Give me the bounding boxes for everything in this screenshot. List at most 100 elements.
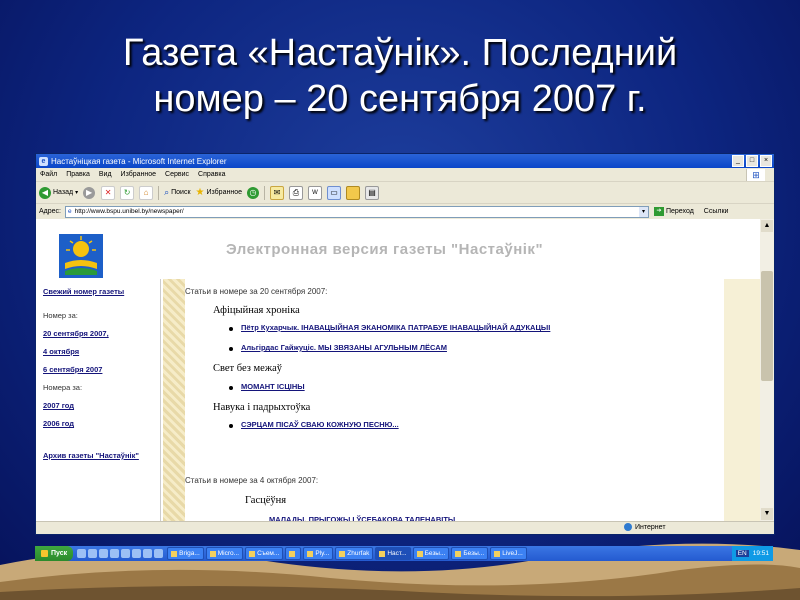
menu-view[interactable]: Вид [99, 171, 112, 178]
scroll-up-icon[interactable]: ▲ [761, 220, 773, 232]
page-header: Электронная версия газеты "Настаўнік" [36, 219, 760, 278]
taskbar-item[interactable]: LiveJ... [490, 547, 527, 560]
quick-launch-icon[interactable] [143, 549, 153, 558]
app-icon [307, 550, 314, 557]
bullet [229, 386, 233, 390]
menu-favorites[interactable]: Избранное [121, 171, 156, 178]
print-icon[interactable]: ⎙ [288, 185, 303, 200]
section-title: Навука і падрыхтоўка [213, 402, 311, 413]
quick-launch-icon[interactable] [154, 549, 164, 558]
quick-launch-icon[interactable] [77, 549, 87, 558]
nav-fresh-issue[interactable]: Свежий номер газеты [43, 287, 143, 296]
forward-button[interactable]: ▶ [83, 186, 96, 199]
language-indicator[interactable]: EN [735, 550, 749, 557]
article-link[interactable]: МОМАНТ ІСЦІНЫ [241, 382, 305, 391]
taskbar-item[interactable]: Безы... [412, 547, 450, 560]
quick-launch-icon[interactable] [88, 549, 98, 558]
nav-issue-oct4[interactable]: 4 октября [43, 347, 79, 356]
toolbar-separator [263, 185, 265, 200]
home-icon[interactable]: ⌂ [139, 185, 154, 200]
app-icon [209, 550, 216, 557]
browser-titlebar[interactable]: e Настаўніцкая газета - Microsoft Intern… [36, 154, 774, 168]
address-dropdown-icon[interactable]: ▾ [638, 206, 648, 217]
folder-icon[interactable] [345, 185, 360, 200]
nav-year-2006[interactable]: 2006 год [43, 419, 74, 428]
window-title: Настаўніцкая газета - Microsoft Internet… [51, 156, 227, 166]
quick-launch-icon[interactable] [121, 549, 131, 558]
taskbar-item-active[interactable]: Наст... [375, 547, 411, 560]
mail-icon[interactable]: ✉ [269, 185, 284, 200]
discuss-icon[interactable]: ▭ [326, 185, 341, 200]
minimize-button[interactable]: _ [732, 155, 744, 167]
close-button[interactable]: × [760, 155, 772, 167]
refresh-icon[interactable]: ↻ [120, 185, 135, 200]
slide-title: Газета «Настаўнік». Последний номер – 20… [0, 30, 800, 122]
slide-title-line1: Газета «Настаўнік». Последний [122, 32, 678, 74]
maximize-button[interactable]: □ [746, 155, 758, 167]
go-button[interactable]: ➔ Переход [653, 207, 694, 216]
section-title: Афіцыйная хроніка [213, 305, 300, 316]
bullet [229, 327, 233, 331]
back-arrow-icon: ◀ [39, 186, 51, 199]
page-icon: e [67, 208, 72, 215]
nav-number-label: Номер за: [43, 311, 78, 320]
search-button[interactable]: ⌕ Поиск [164, 187, 190, 198]
app-icon [416, 550, 423, 557]
toolbar-separator [158, 185, 160, 200]
chevron-down-icon: ▾ [75, 190, 79, 196]
messenger-icon[interactable]: ▤ [364, 185, 379, 200]
taskbar-item[interactable]: Briga... [167, 547, 204, 560]
address-bar: Адрес: e http://www.bspu.unibel.by/newsp… [36, 204, 774, 220]
article-link[interactable]: Альгірдас Гайжуціс. МЫ ЗВЯЗАНЫ АГУЛЬНЫМ … [241, 343, 447, 352]
taskbar-item[interactable]: Ply... [303, 547, 334, 560]
globe-icon [624, 523, 632, 531]
address-url: http://www.bspu.unibel.by/newspaper/ [74, 208, 184, 215]
quick-launch-icon[interactable] [99, 549, 109, 558]
nav-archive[interactable]: Архив газеты "Настаўнік" [43, 451, 143, 460]
taskbar-item[interactable]: Съем... [245, 547, 284, 560]
taskbar-item[interactable]: Безы... [451, 547, 489, 560]
issue-heading: Статьи в номере за 4 октября 2007: [185, 476, 319, 485]
quick-launch-icon[interactable] [110, 549, 120, 558]
stop-icon[interactable]: ✕ [101, 185, 116, 200]
favorites-button[interactable]: ★ Избранное [196, 187, 242, 198]
browser-toolbar: ◀ Назад ▾ ▶ ✕ ↻ ⌂ ⌕ Поиск ★ Избранное ◷ … [36, 182, 774, 204]
menu-tools[interactable]: Сервис [165, 171, 189, 178]
article-list: Статьи в номере за 20 сентября 2007: Афі… [185, 279, 724, 524]
app-icon [249, 550, 256, 557]
page-content: Электронная версия газеты "Настаўнік" Св… [36, 219, 774, 524]
section-title: Свет без межаў [213, 363, 283, 374]
ornament-border [163, 279, 185, 521]
menu-help[interactable]: Справка [198, 171, 225, 178]
nav-year-2007[interactable]: 2007 год [43, 401, 74, 410]
zone-label: Интернет [635, 523, 666, 531]
vertical-scrollbar[interactable]: ▲ ▼ [760, 219, 774, 521]
links-button[interactable]: Ссылки [704, 208, 729, 215]
nav-issue-sep20[interactable]: 20 сентября 2007, [43, 329, 109, 338]
article-link[interactable]: Пётр Кухарчык. ІНАВАЦЫЙНАЯ ЭКАНОМІКА ПАТ… [241, 323, 550, 332]
go-arrow-icon: ➔ [653, 207, 664, 216]
taskbar-item[interactable] [285, 547, 302, 560]
slide-title-line2: номер – 20 сентября 2007 г. [153, 78, 647, 120]
favorites-label: Избранное [206, 189, 242, 196]
app-icon [289, 550, 296, 557]
address-input[interactable]: e http://www.bspu.unibel.by/newspaper/ ▾ [64, 205, 649, 218]
right-margin [724, 279, 760, 521]
edit-icon[interactable]: W [307, 185, 322, 200]
scroll-down-icon[interactable]: ▼ [761, 508, 773, 520]
nav-issue-sep6[interactable]: 6 сентября 2007 [43, 365, 102, 374]
app-icon [494, 550, 501, 557]
menu-file[interactable]: Файл [40, 171, 57, 178]
taskbar-item[interactable]: Zhurfak [335, 547, 374, 560]
system-tray: EN 19:51 [731, 546, 773, 561]
quick-launch-icon[interactable] [132, 549, 142, 558]
app-icon [379, 550, 386, 557]
taskbar-item[interactable]: Micro... [205, 547, 244, 560]
back-button[interactable]: ◀ Назад ▾ [39, 186, 79, 199]
history-icon[interactable]: ◷ [246, 186, 259, 199]
start-button[interactable]: Пуск [35, 546, 74, 561]
app-icon [455, 550, 462, 557]
scroll-thumb[interactable] [761, 271, 773, 381]
menu-edit[interactable]: Правка [66, 171, 90, 178]
article-link[interactable]: СЭРЦАМ ПІСАЎ СВАЮ КОЖНУЮ ПЕСНЮ... [241, 420, 399, 429]
